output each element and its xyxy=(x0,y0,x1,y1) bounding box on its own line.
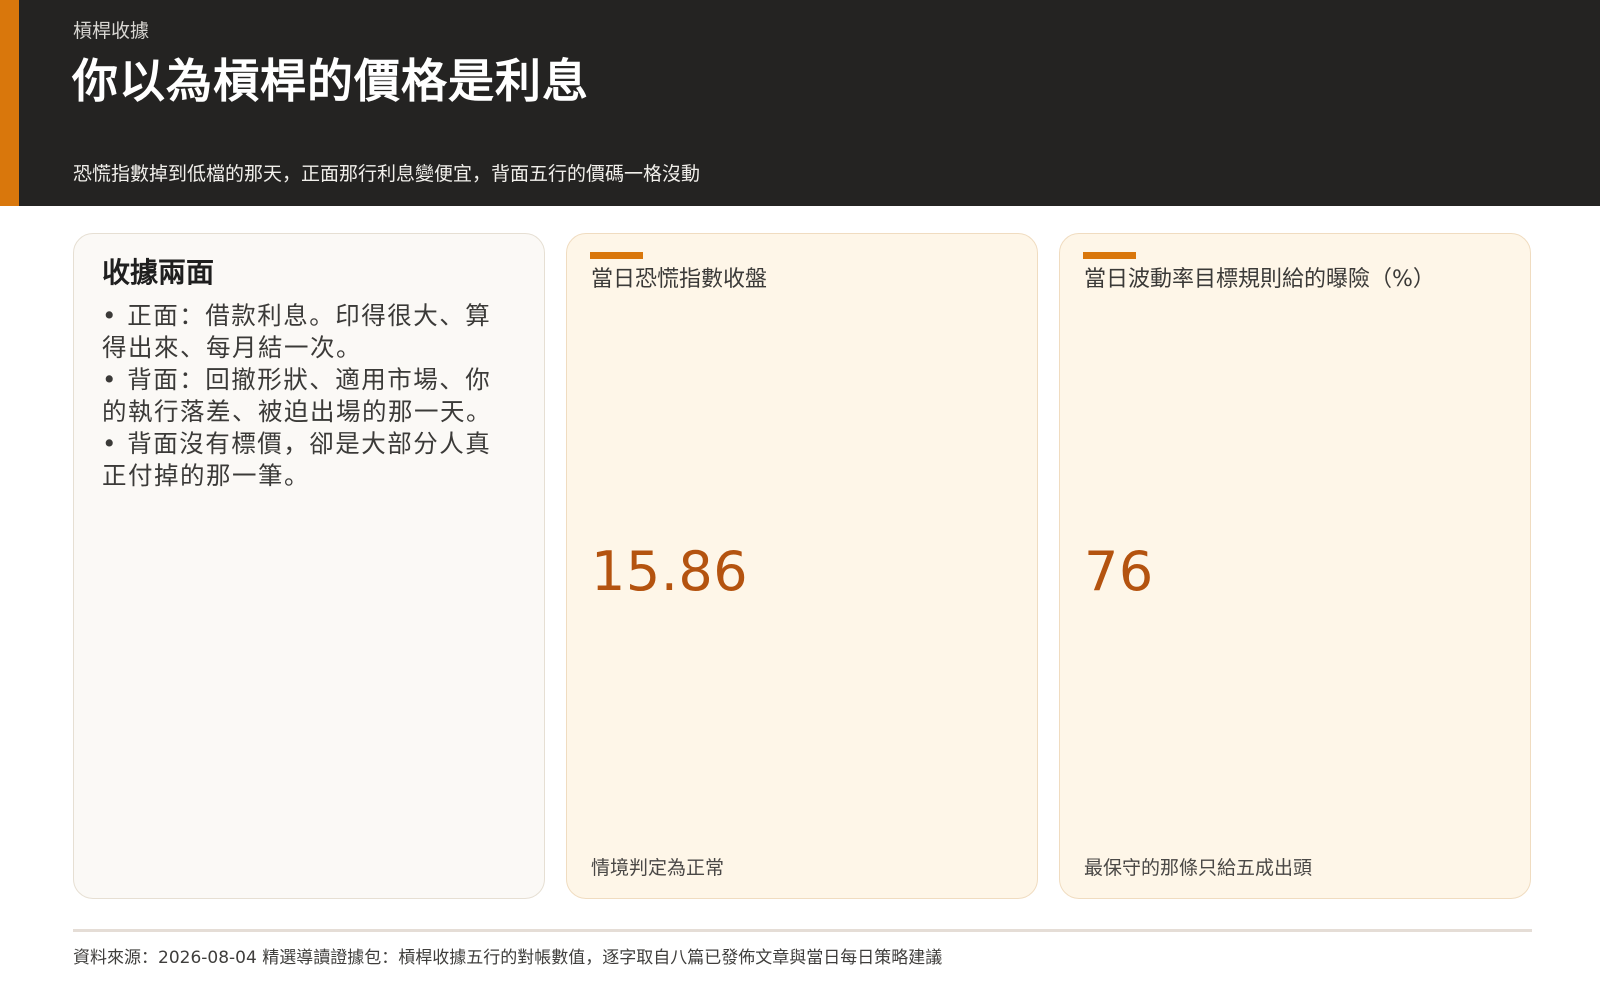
card-heading: 收據兩面 xyxy=(102,256,215,289)
metric-note: 情境判定為正常 xyxy=(591,857,725,879)
metric-accent-bar xyxy=(590,252,643,259)
header-accent-bar xyxy=(0,0,19,206)
metric-label: 當日波動率目標規則給的曝險（%） xyxy=(1084,267,1435,292)
header-kicker: 槓桿收據 xyxy=(73,20,150,42)
receipt-two-sides-card: 收據兩面 • 正面：借款利息。印得很大、算得出來、每月結一次。 • 背面：回撤形… xyxy=(73,233,545,899)
bullet-item: • 正面：借款利息。印得很大、算得出來、每月結一次。 xyxy=(102,301,492,362)
metric-label: 當日恐慌指數收盤 xyxy=(591,267,768,292)
bullet-list: • 正面：借款利息。印得很大、算得出來、每月結一次。 • 背面：回撤形狀、適用市… xyxy=(102,300,508,492)
metric-value: 76 xyxy=(1084,540,1154,603)
metric-card-vix-close: 當日恐慌指數收盤 15.86 情境判定為正常 xyxy=(566,233,1038,899)
bullet-item: • 背面：回撤形狀、適用市場、你的執行落差、被迫出場的那一天。 xyxy=(102,365,492,426)
footer-divider xyxy=(73,929,1532,932)
header-banner: 槓桿收據 你以為槓桿的價格是利息 恐慌指數掉到低檔的那天，正面那行利息變便宜，背… xyxy=(0,0,1600,206)
bullet-item: • 背面沒有標價，卻是大部分人真正付掉的那一筆。 xyxy=(102,429,492,490)
source-note: 資料來源：2026-08-04 精選導讀證據包：槓桿收據五行的對帳數值，逐字取自… xyxy=(73,948,943,968)
metric-value: 15.86 xyxy=(591,540,749,603)
metric-note: 最保守的那條只給五成出頭 xyxy=(1084,857,1313,879)
metric-card-exposure: 當日波動率目標規則給的曝險（%） 76 最保守的那條只給五成出頭 xyxy=(1059,233,1531,899)
page-title: 你以為槓桿的價格是利息 xyxy=(72,54,589,108)
metric-accent-bar xyxy=(1083,252,1136,259)
page-subtitle: 恐慌指數掉到低檔的那天，正面那行利息變便宜，背面五行的價碼一格沒動 xyxy=(73,163,701,185)
